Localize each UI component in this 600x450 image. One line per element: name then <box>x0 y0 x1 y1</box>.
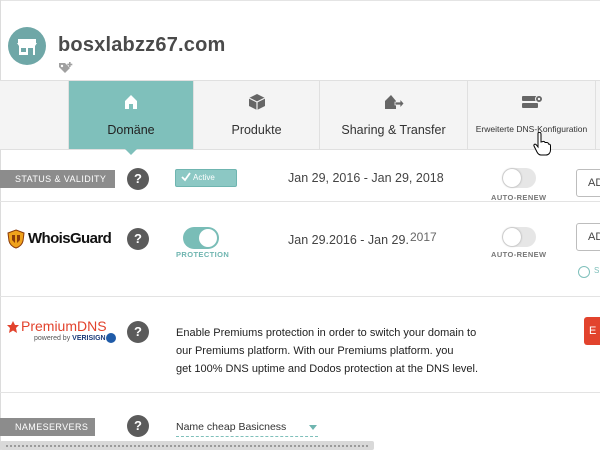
home-icon <box>125 95 137 109</box>
domain-title: bosxlabzz67.com <box>58 34 226 56</box>
whoisguard-dates-year: 2017 <box>410 230 437 244</box>
whoisguard-help-button[interactable]: ? <box>127 228 149 250</box>
powered-by-text: powered by <box>34 335 71 342</box>
whoisguard-dates: Jan 29.2016 - Jan 29. <box>288 233 409 247</box>
active-tab-pointer <box>124 148 138 155</box>
premiumdns-description-line: our Premiums platform. With our Premiums… <box>176 345 454 357</box>
premiumdns-description-line: get 100% DNS uptime and Dodos protection… <box>176 363 479 375</box>
horizontal-scrollbar[interactable] <box>0 441 374 450</box>
premiumdns-help-button[interactable]: ? <box>127 321 149 343</box>
check-circle-icon <box>578 266 590 278</box>
protection-label: PROTECTION <box>176 250 230 259</box>
whoisguard-auto-renew-toggle[interactable] <box>502 227 536 247</box>
tab-domain[interactable]: Domäne <box>69 81 194 149</box>
chevron-down-icon[interactable] <box>309 425 317 430</box>
left-border <box>0 0 1 450</box>
whoisguard-add-button[interactable]: AD <box>576 223 600 251</box>
verisign-text: VERISIGN <box>72 335 106 342</box>
tab-spacer <box>0 81 69 149</box>
tab-bar: Domäne Produkte Sharing & Transfer Erwei… <box>0 80 600 150</box>
row-divider <box>0 201 600 202</box>
whoisguard-auto-renew-label: AUTO-RENEW <box>491 250 547 259</box>
nameservers-help-button[interactable]: ? <box>127 415 149 437</box>
tab-sharing-transfer[interactable]: Sharing & Transfer <box>320 81 468 149</box>
nameservers-label: NAMESERVERS <box>0 418 95 436</box>
status-help-button[interactable]: ? <box>127 168 149 190</box>
whoisguard-shield-icon <box>7 229 25 249</box>
toggle-knob <box>503 169 521 187</box>
box-icon <box>248 94 265 110</box>
whoisguard-logo-text: WhoisGuard <box>28 230 112 247</box>
enable-premiumdns-button[interactable]: E <box>584 317 600 345</box>
premiumdns-logo-text: PremiumDNS <box>21 318 107 334</box>
premiumdns-powered-by: powered by VERISIGN <box>34 335 106 342</box>
verisign-check-icon <box>106 333 116 343</box>
store-icon <box>8 27 46 65</box>
row-divider <box>0 392 600 393</box>
premiumdns-description: Enable Premiums protection in order to s… <box>176 324 479 378</box>
tab-domain-label: Domäne <box>107 123 155 137</box>
status-validity-label: STATUS & VALIDITY <box>0 170 115 188</box>
tab-advanced-dns-label: Erweiterte DNS-Konfiguration <box>475 124 588 134</box>
house-arrow-icon <box>384 95 405 110</box>
row-divider <box>0 296 600 297</box>
tab-products[interactable]: Produkte <box>194 81 320 149</box>
tab-products-label: Produkte <box>231 123 282 137</box>
tab-sharing-transfer-label: Sharing & Transfer <box>341 123 446 137</box>
validity-dates: Jan 29, 2016 - Jan 29, 2018 <box>288 171 444 185</box>
auto-renew-toggle[interactable] <box>502 168 536 188</box>
whoisguard-edge-text: S <box>594 266 600 275</box>
premiumdns-shield-icon <box>7 321 19 333</box>
active-status-badge: Active <box>175 169 237 187</box>
scrollbar-grip <box>6 445 368 447</box>
hand-cursor-icon <box>533 132 551 156</box>
toggle-knob <box>503 228 521 246</box>
protection-toggle[interactable] <box>183 227 219 249</box>
tab-advanced-dns[interactable]: Erweiterte DNS-Konfiguration <box>468 81 596 149</box>
tag-add-icon[interactable] <box>58 61 74 75</box>
nameservers-dropdown[interactable]: Name cheap Basicness <box>176 419 318 437</box>
server-gear-icon <box>521 95 543 108</box>
checkmark-icon <box>181 172 191 182</box>
active-status-text: Active <box>193 173 215 182</box>
toggle-knob <box>199 229 217 247</box>
add-button[interactable]: AD <box>576 169 600 197</box>
top-border <box>0 0 600 1</box>
premiumdns-description-line: Enable Premiums protection in order to s… <box>176 327 477 339</box>
